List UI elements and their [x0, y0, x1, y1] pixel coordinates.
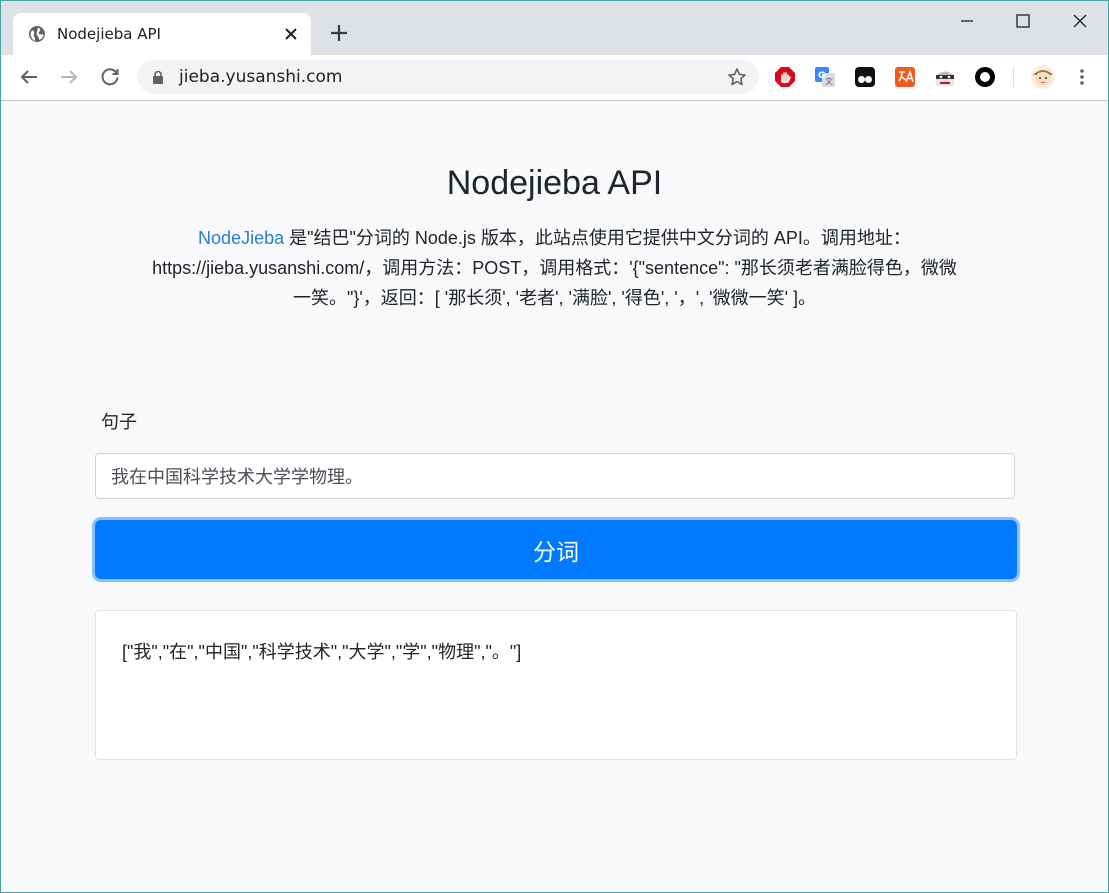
intro-line-2: https://jieba.yusanshi.com/，调用方法：POST，调用…: [152, 258, 957, 278]
result-box: ["我","在","中国","科学技术","大学","学","物理","。"]: [95, 610, 1017, 760]
url-text[interactable]: jieba.yusanshi.com: [179, 68, 342, 86]
sentence-input[interactable]: [95, 453, 1015, 499]
tab-strip: Nodejieba API: [1, 1, 1108, 55]
more-menu-icon[interactable]: [1071, 66, 1093, 88]
intro-line-1: NodeJieba 是"结巴"分词的 Node.js 版本，此站点使用它提供中文…: [101, 223, 1008, 253]
address-bar[interactable]: jieba.yusanshi.com: [137, 60, 759, 94]
intro-line-3: 一笑。"}'，返回：[ '那长须', '老者', '满脸', '得色', '，'…: [292, 288, 817, 308]
circle-extension-icon[interactable]: [974, 66, 996, 88]
nodejieba-link[interactable]: NodeJieba: [198, 228, 284, 248]
new-tab-plus-icon[interactable]: [327, 21, 351, 45]
tab-nodejieba[interactable]: Nodejieba API: [13, 13, 311, 55]
back-arrow-icon[interactable]: [17, 65, 41, 89]
lock-icon[interactable]: [151, 70, 165, 84]
reload-icon[interactable]: [98, 65, 122, 89]
toolbar-separator: [1013, 67, 1014, 87]
adblock-icon[interactable]: [774, 66, 796, 88]
maximize-icon[interactable]: [1009, 7, 1037, 35]
result-text: ["我","在","中国","科学技术","大学","学","物理","。"]: [122, 642, 522, 662]
intro-line-1-text: 是"结巴"分词的 Node.js 版本，此站点使用它提供中文分词的 API。调用…: [284, 228, 911, 248]
browser-window: Nodejieba API jieba.yusanshi.com G 文 Nod…: [0, 0, 1109, 893]
page-title: Nodejieba API: [446, 164, 663, 202]
tampermonkey-icon[interactable]: [854, 66, 876, 88]
google-translate-icon[interactable]: G 文: [814, 66, 836, 88]
close-tab-icon[interactable]: [281, 24, 301, 44]
minimize-icon[interactable]: [953, 7, 981, 35]
segment-button[interactable]: 分词: [95, 520, 1017, 579]
globe-icon: [29, 26, 45, 42]
tab-title: Nodejieba API: [57, 25, 161, 43]
intro-paragraph: NodeJieba 是"结巴"分词的 Node.js 版本，此站点使用它提供中文…: [101, 223, 1008, 313]
browser-toolbar: jieba.yusanshi.com G 文: [1, 55, 1108, 101]
page-content: Nodejieba API NodeJieba 是"结巴"分词的 Node.js…: [1, 101, 1108, 892]
incognito-mask-icon[interactable]: [934, 66, 956, 88]
close-window-icon[interactable]: [1066, 7, 1094, 35]
sentence-label: 句子: [101, 412, 137, 432]
profile-avatar-icon[interactable]: [1030, 64, 1056, 90]
svg-text:文: 文: [825, 76, 833, 86]
forward-arrow-icon[interactable]: [57, 65, 81, 89]
translate-tool-icon[interactable]: [894, 66, 916, 88]
bookmark-star-icon[interactable]: [727, 67, 747, 87]
